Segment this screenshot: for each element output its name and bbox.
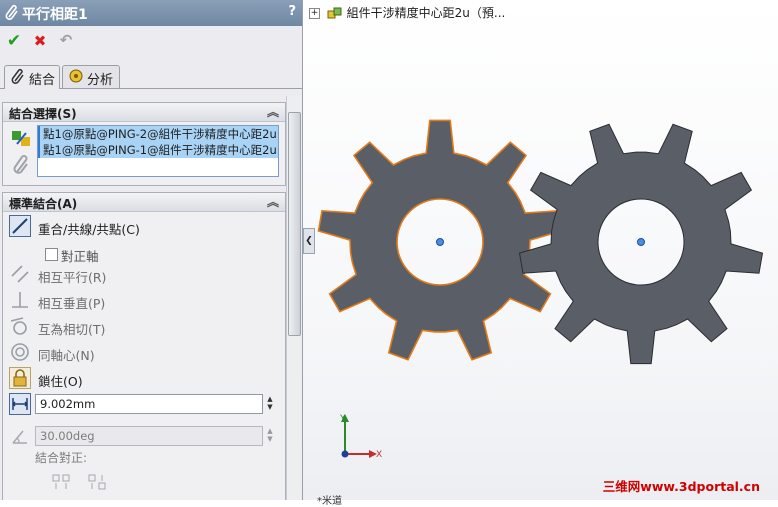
tangent-label: 互為相切(T) (38, 322, 106, 337)
concentric-icon (11, 343, 29, 361)
perpendicular-label: 相互垂直(P) (38, 296, 106, 311)
list-item[interactable]: 點1@原點@PING-1@組件干涉精度中心距2u (38, 142, 278, 158)
origin-point-right[interactable] (637, 238, 645, 246)
triad-x-label: X (376, 450, 382, 460)
paperclip-icon (5, 4, 18, 20)
align-axis-label: 對正軸 (61, 249, 99, 264)
distance-input[interactable]: 9.002mm ▲ ▼ (35, 394, 273, 414)
mate-selections-group: 結合選擇(S) ︽ 點1@原點@PING-2@組件干涉精度中心距2u 點1@原點… (2, 102, 286, 186)
tab-analysis-label: 分析 (87, 73, 114, 88)
lock-label: 鎖住(O) (38, 374, 83, 389)
collapse-chevron-icon[interactable]: ︽ (267, 103, 279, 120)
watermark: 三维网www.3dportal.cn (602, 479, 760, 494)
parallel-icon (11, 265, 29, 283)
tab-analysis[interactable]: 分析 (62, 65, 120, 88)
undo-button[interactable]: ↶ (56, 31, 76, 51)
angle-input[interactable]: 30.00deg ▲ ▼ (35, 426, 273, 446)
concentric-label: 同軸心(N) (38, 348, 95, 363)
mate-selections-header[interactable]: 結合選擇(S) ︽ (3, 103, 285, 122)
paperclip-icon (11, 68, 24, 84)
cancel-button[interactable]: ✖ (30, 32, 50, 52)
tab-mates[interactable]: 結合 (4, 65, 60, 89)
angle-spinner[interactable]: ▲ ▼ (264, 427, 276, 445)
tab-mates-label: 結合 (29, 73, 56, 88)
lock-icon (9, 367, 31, 389)
help-button[interactable]: ? (288, 4, 296, 19)
mate-selections-title: 結合選擇(S) (9, 107, 77, 121)
standard-mates-header[interactable]: 標準結合(A) ︽ (3, 193, 285, 212)
parallel-label: 相互平行(R) (38, 270, 107, 285)
aligned-icon[interactable] (51, 473, 71, 491)
graphics-viewport[interactable]: + 組件干涉精度中心距2u（預... ❮ Y X *米道 三维网www.3dpo… (303, 0, 778, 507)
coordinate-triad: Y X (339, 414, 382, 460)
distance-value: 9.002mm (40, 397, 96, 411)
distance-spinner[interactable]: ▲ ▼ (264, 395, 276, 413)
paperclip-icon (13, 155, 28, 174)
list-item[interactable]: 點1@原點@PING-2@組件干涉精度中心距2u (38, 126, 278, 142)
ok-button[interactable]: ✔ (4, 31, 24, 51)
align-axis-checkbox[interactable] (45, 248, 58, 261)
panel-scrollbar[interactable] (286, 96, 301, 500)
tangent-icon (10, 317, 27, 335)
mate-selection-list[interactable]: 點1@原點@PING-2@組件干涉精度中心距2u 點1@原點@PING-1@組件… (37, 125, 279, 177)
standard-mates-group: 標準結合(A) ︽ 重合/共線/共點(C) 對正軸 相互平行(R) 相互垂直(P… (2, 192, 286, 500)
collapse-chevron-icon[interactable]: ︽ (267, 193, 279, 210)
angle-icon (12, 430, 27, 444)
distance-icon (9, 393, 31, 415)
scrollbar-thumb[interactable] (288, 112, 301, 336)
coincident-label: 重合/共線/共點(C) (38, 222, 140, 237)
angle-value: 30.00deg (40, 429, 95, 443)
property-manager: 平行相距1 ? ✔ ✖ ↶ 結合 分析 結合選擇(S) ︽ 點1@原點@PING… (0, 0, 303, 500)
perpendicular-icon (12, 292, 28, 308)
title-bar: 平行相距1 ? (0, 0, 302, 26)
mate-alignment-label: 結合對正: (35, 451, 88, 465)
coincident-icon (9, 215, 31, 237)
origin-point-left[interactable] (436, 238, 444, 246)
tab-strip: 結合 分析 (0, 62, 302, 89)
analysis-icon (69, 69, 83, 83)
feature-title: 平行相距1 (22, 7, 88, 23)
anti-aligned-icon[interactable] (87, 473, 107, 491)
mate-entity-icon (12, 131, 30, 146)
triad-y-label: Y (339, 414, 346, 424)
standard-mates-title: 標準結合(A) (9, 197, 78, 211)
